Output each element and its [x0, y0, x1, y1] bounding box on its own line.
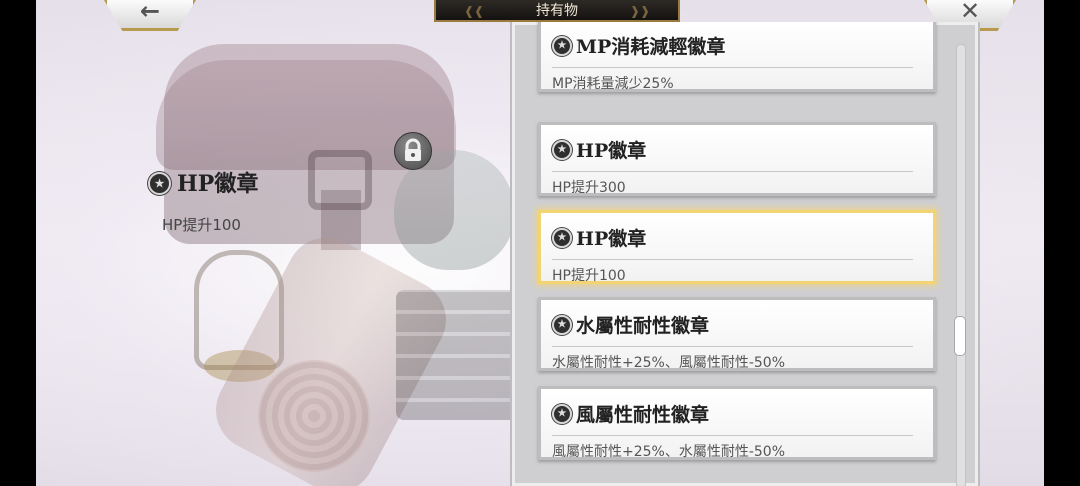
item-list-panel[interactable]: ★ MP消耗減輕徽章 MP消耗量減少25% ★ HP徽章 HP提升300 ★ HP徽章… — [510, 22, 980, 486]
item-name-text: 風屬性耐性徽章 — [576, 404, 710, 426]
divider — [552, 346, 913, 347]
badge-icon: ★ — [552, 315, 572, 335]
badge-icon: ★ — [148, 171, 171, 195]
list-item[interactable]: ★ MP消耗減輕徽章 MP消耗量減少25% — [538, 22, 936, 92]
selected-item-name-text: HP徽章 — [177, 171, 259, 197]
selected-item-name: ★ HP徽章 — [148, 166, 258, 198]
item-description: MP消耗量減少25% — [552, 76, 674, 92]
ornament-right-icon: ❱❱ — [629, 4, 650, 18]
item-name: ★ HP徽章 — [552, 136, 646, 163]
list-item[interactable]: ★ HP徽章 HP提升300 — [538, 122, 936, 196]
list-item[interactable]: ★ 風屬性耐性徽章 風屬性耐性+25%、水屬性耐性-50% — [538, 386, 936, 460]
scrollbar-track[interactable] — [956, 44, 966, 486]
item-name: ★ HP徽章 — [552, 224, 646, 251]
page-title: 持有物 — [536, 3, 578, 19]
books-illustration — [396, 290, 526, 420]
item-name-text: 水屬性耐性徽章 — [576, 315, 710, 337]
divider — [552, 171, 913, 172]
divider — [552, 67, 913, 68]
back-button[interactable]: ← — [104, 0, 196, 31]
badge-icon: ★ — [552, 36, 572, 56]
list-item[interactable]: ★ 水屬性耐性徽章 水屬性耐性+25%、風屬性耐性-50% — [538, 297, 936, 371]
selected-item-description: HP提升100 — [162, 216, 241, 234]
item-name-text: HP徽章 — [576, 228, 647, 250]
badge-icon: ★ — [552, 228, 572, 248]
ornament-left-icon: ❰❰ — [464, 4, 485, 18]
page-title-plate: ❰❰ 持有物 ❱❱ — [434, 0, 680, 22]
divider — [552, 259, 913, 260]
item-name-text: MP消耗減輕徽章 — [576, 36, 726, 58]
item-description: 水屬性耐性+25%、風屬性耐性-50% — [552, 355, 786, 371]
badge-icon: ★ — [552, 140, 572, 160]
scrollbar-thumb[interactable] — [954, 316, 966, 356]
item-name: ★ 風屬性耐性徽章 — [552, 400, 709, 427]
game-screen: ← ❰❰ 持有物 ❱❱ ✕ ★ HP徽章 HP提升100 ★ MP消耗減輕徽章 MP… — [36, 0, 1044, 486]
lock-icon — [405, 138, 421, 161]
item-description: HP提升100 — [552, 268, 626, 284]
item-name: ★ MP消耗減輕徽章 — [552, 32, 725, 59]
item-name: ★ 水屬性耐性徽章 — [552, 311, 709, 338]
divider — [552, 435, 913, 436]
bedroll-end-illustration — [258, 360, 370, 472]
back-arrow-icon: ← — [139, 0, 161, 25]
list-item-selected[interactable]: ★ HP徽章 HP提升100 — [538, 210, 936, 284]
item-description: 風屬性耐性+25%、水屬性耐性-50% — [552, 444, 786, 460]
item-description: HP提升300 — [552, 180, 626, 196]
item-name-text: HP徽章 — [576, 140, 647, 162]
lock-button[interactable] — [394, 132, 432, 170]
badge-icon: ★ — [552, 404, 572, 424]
